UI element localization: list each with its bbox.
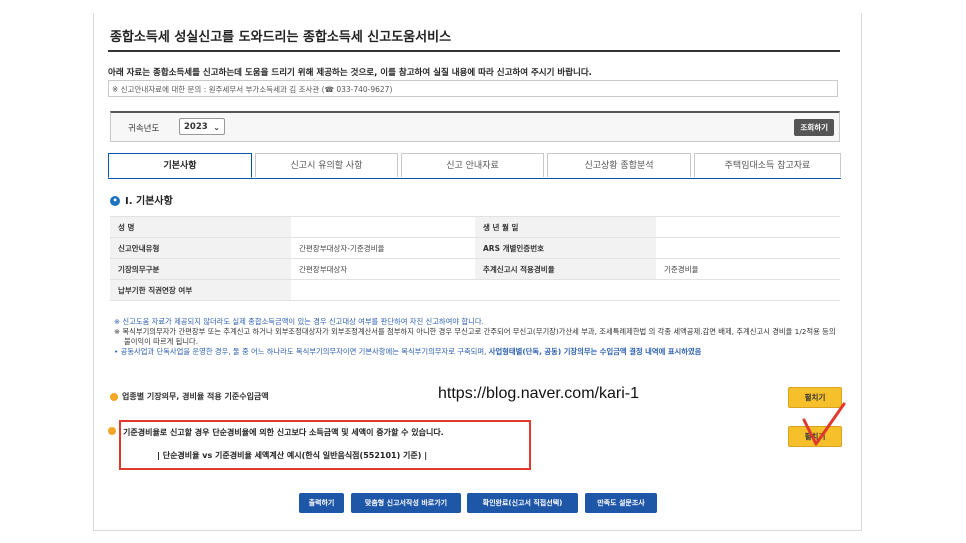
value-deadline-extension bbox=[291, 279, 475, 301]
table-row: 성 명 생 년 월 일 bbox=[110, 216, 840, 238]
search-button[interactable]: 조회하기 bbox=[794, 119, 834, 136]
notes-block: ※ 신고도움 자료가 제공되지 않더라도 실제 종합소득금액이 있는 경우 신고… bbox=[110, 317, 840, 357]
label-name: 성 명 bbox=[110, 216, 291, 238]
print-button[interactable]: 출력하기 bbox=[299, 493, 344, 513]
value-expense-rate: 기준경비율 bbox=[656, 258, 840, 280]
value-ars-number bbox=[656, 237, 840, 259]
expense-rate-criteria-row: 업종별 기장의무, 경비율 적용 기준수입금액 bbox=[110, 391, 269, 402]
title-divider bbox=[108, 50, 840, 52]
chevron-down-icon: ⌄ bbox=[213, 123, 220, 132]
year-select[interactable]: 2023 ⌄ bbox=[179, 118, 225, 135]
value-name bbox=[291, 216, 475, 238]
note-1: ※ 신고도움 자료가 제공되지 않더라도 실제 종합소득금액이 있는 경우 신고… bbox=[114, 317, 484, 326]
tab-basic[interactable]: 기본사항 bbox=[108, 153, 252, 178]
section-heading: • Ⅰ. 기본사항 bbox=[110, 192, 173, 207]
orange-bullet-icon bbox=[108, 426, 116, 435]
value-guide-type: 간편장부대상자-기준경비율 bbox=[291, 237, 475, 259]
section-bullet-icon: • bbox=[110, 196, 120, 206]
blog-watermark: https://blog.naver.com/kari-1 bbox=[438, 385, 639, 402]
contact-info: ※ 신고안내자료에 대한 문의 : 원주세무서 부가소득세과 김 조사관 (☎ … bbox=[108, 80, 838, 97]
note-2: ※ 복식부기의무자가 간편장부 또는 추계신고 하거나 외부조정대상자가 외부조… bbox=[114, 327, 836, 346]
highlight-box: 기준경비율로 신고할 경우 단순경비율에 의한 신고보다 소득금액 및 세액이 … bbox=[119, 420, 531, 470]
value-bookkeeping: 간편장부대상자 bbox=[291, 258, 475, 280]
tab-guide-data[interactable]: 신고 안내자료 bbox=[401, 153, 544, 177]
expense-rate-criteria-label: 업종별 기장의무, 경비율 적용 기준수입금액 bbox=[122, 392, 269, 401]
section-title: Ⅰ. 기본사항 bbox=[125, 196, 173, 207]
label-deadline-extension: 납부기한 직권연장 여부 bbox=[110, 279, 291, 301]
tab-rental-income[interactable]: 주택임대소득 참고자료 bbox=[694, 153, 841, 177]
tab-cautions[interactable]: 신고시 유의할 사항 bbox=[255, 153, 398, 177]
empty-cell bbox=[656, 279, 840, 301]
table-row: 신고안내유형 간편장부대상자-기준경비율 ARS 개별인증번호 bbox=[110, 237, 840, 259]
custom-form-button[interactable]: 맞춤형 신고서작성 바로가기 bbox=[351, 493, 461, 513]
label-guide-type: 신고안내유형 bbox=[110, 237, 291, 259]
label-ars-number: ARS 개별인증번호 bbox=[475, 237, 656, 259]
tax-increase-notice: 기준경비율로 신고할 경우 단순경비율에 의한 신고보다 소득금액 및 세액이 … bbox=[123, 428, 444, 437]
label-bookkeeping: 기장의무구분 bbox=[110, 258, 291, 280]
table-row: 납부기한 직권연장 여부 bbox=[110, 279, 840, 301]
table-row: 기장의무구분 간편장부대상자 추계신고시 적용경비율 기준경비율 bbox=[110, 258, 840, 280]
label-expense-rate: 추계신고시 적용경비율 bbox=[475, 258, 656, 280]
basic-info-table: 성 명 생 년 월 일 신고안내유형 간편장부대상자-기준경비율 ARS 개별인… bbox=[110, 216, 840, 301]
year-filter-bar: 귀속년도 2023 ⌄ 조회하기 bbox=[110, 111, 840, 142]
tab-bar: 기본사항 신고시 유의할 사항 신고 안내자료 신고상황 종합분석 주택임대소득… bbox=[108, 153, 841, 179]
empty-cell bbox=[475, 279, 656, 301]
year-select-value: 2023 bbox=[184, 122, 208, 132]
page-title: 종합소득세 성실신고를 도와드리는 종합소득세 신고도움서비스 bbox=[110, 30, 452, 45]
orange-bullet-icon bbox=[110, 392, 118, 401]
checkmark-annotation-icon bbox=[802, 402, 846, 446]
tab-filing-analysis[interactable]: 신고상황 종합분석 bbox=[547, 153, 691, 177]
confirm-complete-button[interactable]: 확인완료(신고서 직접선택) bbox=[467, 493, 578, 513]
value-birthdate bbox=[656, 216, 840, 238]
note-3-text: • 공동사업과 단독사업을 운영한 경우, 둘 중 어느 하나라도 복식부기의무… bbox=[114, 347, 489, 356]
year-label: 귀속년도 bbox=[128, 124, 160, 134]
survey-button[interactable]: 만족도 설문조사 bbox=[585, 493, 657, 513]
intro-text: 아래 자료는 종합소득세를 신고하는데 도움을 드리기 위해 제공하는 것으로,… bbox=[108, 68, 592, 78]
note-3: • 공동사업과 단독사업을 운영한 경우, 둘 중 어느 하나라도 복식부기의무… bbox=[110, 347, 840, 357]
note-3-highlight: 사업형태별(단독, 공동) 기장의무는 수입금액 결정 내역에 표시하였음 bbox=[488, 347, 702, 356]
tax-calc-example-link[interactable]: | 단순경비율 vs 기준경비율 세액계산 예시(한식 일반음식점(552101… bbox=[157, 450, 427, 461]
label-birthdate: 생 년 월 일 bbox=[475, 216, 656, 238]
